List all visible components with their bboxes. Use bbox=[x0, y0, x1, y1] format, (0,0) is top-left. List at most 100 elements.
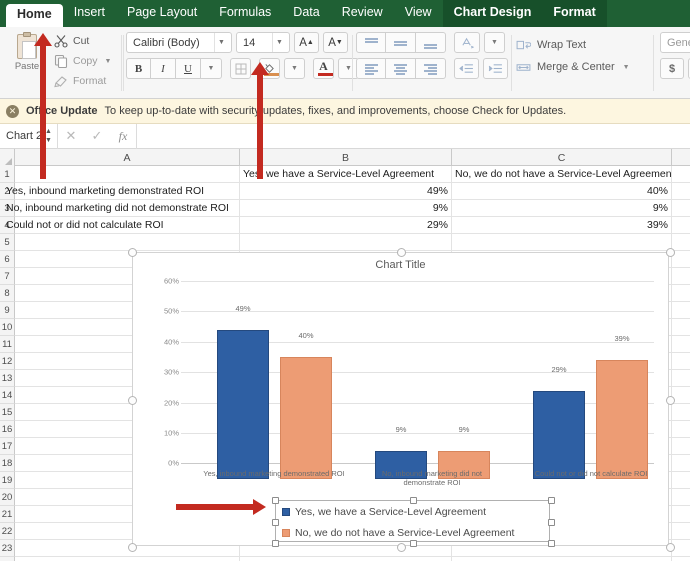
tab-page-layout[interactable]: Page Layout bbox=[116, 0, 208, 27]
legend-handle-ne[interactable] bbox=[548, 497, 555, 504]
row-header-7[interactable]: 7 bbox=[0, 268, 15, 285]
row-header-8[interactable]: 8 bbox=[0, 285, 15, 302]
wrap-text-button[interactable]: Wrap Text bbox=[516, 34, 656, 56]
number-format-select[interactable]: General bbox=[660, 32, 690, 53]
cell-c2[interactable]: 40% bbox=[452, 183, 672, 199]
cell-b5[interactable] bbox=[240, 234, 452, 250]
legend-handle-n[interactable] bbox=[410, 497, 417, 504]
cell-c24[interactable] bbox=[452, 557, 672, 561]
tab-insert[interactable]: Insert bbox=[63, 0, 116, 27]
align-bottom-button[interactable] bbox=[416, 32, 446, 53]
cell-b4[interactable]: 29% bbox=[240, 217, 452, 233]
underline-chevron-down-icon[interactable]: ▼ bbox=[201, 58, 222, 79]
row-header-22[interactable]: 22 bbox=[0, 523, 15, 540]
row-header-14[interactable]: 14 bbox=[0, 387, 15, 404]
merge-center-button[interactable]: Merge & Center ▼ bbox=[516, 56, 656, 78]
row-header-6[interactable]: 6 bbox=[0, 251, 15, 268]
insert-function-button[interactable]: fx bbox=[110, 124, 136, 149]
bar-series1-cat3[interactable] bbox=[533, 391, 585, 479]
align-left-button[interactable] bbox=[356, 58, 386, 79]
font-name-chevron-down-icon[interactable]: ▼ bbox=[214, 33, 228, 52]
column-header-b[interactable]: B bbox=[240, 149, 452, 166]
row-header-1[interactable]: 1 bbox=[0, 166, 15, 183]
cell-a24[interactable] bbox=[15, 557, 240, 561]
merge-center-chevron-down-icon[interactable]: ▼ bbox=[623, 64, 630, 71]
row-header-15[interactable]: 15 bbox=[0, 404, 15, 421]
row-header-19[interactable]: 19 bbox=[0, 472, 15, 489]
chevron-down-icon[interactable]: ▼ bbox=[105, 58, 112, 65]
legend-handle-sw[interactable] bbox=[272, 540, 279, 547]
legend-handle-e[interactable] bbox=[548, 519, 555, 526]
bold-button[interactable]: B bbox=[126, 58, 151, 79]
cell-c3[interactable]: 9% bbox=[452, 200, 672, 216]
shrink-font-button[interactable]: A▼ bbox=[323, 32, 348, 53]
bar-series2-cat1[interactable] bbox=[280, 357, 332, 479]
chart-resize-handle-se[interactable] bbox=[666, 543, 675, 552]
row-header-20[interactable]: 20 bbox=[0, 489, 15, 506]
text-orientation-button[interactable] bbox=[454, 32, 480, 53]
row-header-24[interactable]: 24 bbox=[0, 557, 15, 561]
row-header-16[interactable]: 16 bbox=[0, 421, 15, 438]
format-painter-button[interactable]: Format bbox=[54, 71, 120, 91]
cell-b2[interactable]: 49% bbox=[240, 183, 452, 199]
align-right-button[interactable] bbox=[416, 58, 446, 79]
tab-home[interactable]: Home bbox=[6, 4, 63, 27]
chart-plot-area[interactable]: 60% 50% 40% 30% 20% 10% 0% 49% 40% 9% 9% bbox=[163, 281, 654, 489]
row-header-13[interactable]: 13 bbox=[0, 370, 15, 387]
cut-button[interactable]: Cut bbox=[54, 31, 120, 51]
align-top-button[interactable] bbox=[356, 32, 386, 53]
formula-input[interactable] bbox=[136, 124, 690, 149]
close-icon[interactable]: ✕ bbox=[6, 105, 19, 118]
chart-title[interactable]: Chart Title bbox=[133, 259, 668, 271]
row-header-9[interactable]: 9 bbox=[0, 302, 15, 319]
tab-view[interactable]: View bbox=[394, 0, 443, 27]
chart-resize-handle-s[interactable] bbox=[397, 543, 406, 552]
chart-resize-handle-sw[interactable] bbox=[128, 543, 137, 552]
tab-formulas[interactable]: Formulas bbox=[208, 0, 282, 27]
cell-c1[interactable]: No, we do not have a Service-Level Agree… bbox=[452, 166, 672, 182]
chart-resize-handle-ne[interactable] bbox=[666, 248, 675, 257]
copy-button[interactable]: Copy ▼ bbox=[54, 51, 120, 71]
table-row[interactable] bbox=[15, 557, 690, 561]
cell-a4[interactable]: Could not or did not calculate ROI bbox=[3, 217, 240, 233]
row-header-10[interactable]: 10 bbox=[0, 319, 15, 336]
tab-data[interactable]: Data bbox=[282, 0, 330, 27]
cell-a5[interactable] bbox=[15, 234, 240, 250]
cell-a3[interactable]: No, inbound marketing did not demonstrat… bbox=[3, 200, 240, 216]
font-size-chevron-down-icon[interactable]: ▼ bbox=[272, 33, 286, 52]
cell-a2[interactable]: Yes, inbound marketing demonstrated ROI bbox=[3, 183, 240, 199]
legend-item-series1[interactable]: Yes, we have a Service-Level Agreement bbox=[276, 501, 549, 522]
chart-resize-handle-w[interactable] bbox=[128, 396, 137, 405]
table-row[interactable] bbox=[15, 234, 690, 251]
cell-b1[interactable]: Yes, we have a Service-Level Agreement bbox=[240, 166, 452, 182]
row-header-11[interactable]: 11 bbox=[0, 336, 15, 353]
bar-series2-cat3[interactable] bbox=[596, 360, 648, 479]
cancel-formula-button[interactable]: ✕ bbox=[58, 124, 84, 149]
currency-button[interactable]: $ bbox=[660, 58, 684, 79]
row-header-12[interactable]: 12 bbox=[0, 353, 15, 370]
legend-handle-nw[interactable] bbox=[272, 497, 279, 504]
chart-resize-handle-nw[interactable] bbox=[128, 248, 137, 257]
fill-color-chevron-down-icon[interactable]: ▼ bbox=[284, 58, 305, 79]
legend-handle-w[interactable] bbox=[272, 519, 279, 526]
align-center-button[interactable] bbox=[386, 58, 416, 79]
align-middle-button[interactable] bbox=[386, 32, 416, 53]
column-header-c[interactable]: C bbox=[452, 149, 672, 166]
legend-handle-se[interactable] bbox=[548, 540, 555, 547]
cell-c4[interactable]: 39% bbox=[452, 217, 672, 233]
legend-handle-s[interactable] bbox=[410, 540, 417, 547]
select-all-corner[interactable] bbox=[0, 149, 15, 166]
font-name-input[interactable]: Calibri (Body) ▼ bbox=[126, 32, 232, 53]
row-header-21[interactable]: 21 bbox=[0, 506, 15, 523]
row-header-18[interactable]: 18 bbox=[0, 455, 15, 472]
cell-b3[interactable]: 9% bbox=[240, 200, 452, 216]
chart-legend[interactable]: Yes, we have a Service-Level Agreement N… bbox=[275, 500, 550, 542]
cell-c5[interactable] bbox=[452, 234, 672, 250]
borders-button[interactable] bbox=[230, 58, 251, 79]
row-header-17[interactable]: 17 bbox=[0, 438, 15, 455]
grow-font-button[interactable]: A▲ bbox=[294, 32, 319, 53]
chart-resize-handle-n[interactable] bbox=[397, 248, 406, 257]
underline-button[interactable]: U bbox=[176, 58, 201, 79]
decrease-indent-button[interactable] bbox=[454, 58, 479, 79]
italic-button[interactable]: I bbox=[151, 58, 176, 79]
